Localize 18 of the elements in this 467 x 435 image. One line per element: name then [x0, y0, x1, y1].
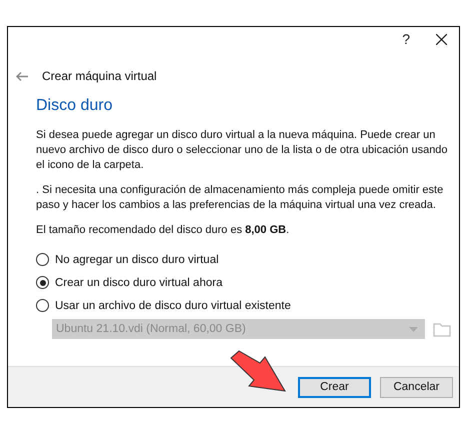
- option-label[interactable]: Usar un archivo de disco duro virtual existente: [55, 300, 291, 312]
- description-text: Si desea puede agregar un disco duro virtual a la nueva máquina. Puede crear un nuevo archivo de disco duro o seleccionar uno de la lista o de otra ubicación usando el icono de la carpeta.: [36, 128, 449, 173]
- wizard-title: Crear máquina virtual: [42, 69, 157, 83]
- radio-button[interactable]: [36, 253, 49, 266]
- radio-button[interactable]: [36, 299, 49, 312]
- page-heading: Disco duro: [36, 97, 114, 115]
- close-icon[interactable]: [436, 34, 447, 44]
- help-button[interactable]: ?: [402, 31, 410, 47]
- description-text: . Si necesita una configuración de almacenamiento más compleja puede omitir este paso y hacer los cambios a las preferencias de la máquina virtual una vez creada.: [36, 183, 444, 213]
- back-arrow-icon[interactable]: [16, 72, 28, 80]
- caret-icon: [409, 326, 418, 332]
- description-text: El tamaño recomendado del disco duro es 8,00 GB.: [36, 223, 290, 238]
- option-label[interactable]: Crear un disco duro virtual ahora: [55, 276, 222, 288]
- option-label[interactable]: No agregar un disco duro virtual: [55, 254, 219, 266]
- pointer-arrow-icon: [229, 349, 287, 392]
- dialog-button[interactable]: Crear: [298, 376, 371, 398]
- dialog-button[interactable]: Cancelar: [380, 376, 453, 398]
- radio-button[interactable]: [36, 276, 49, 289]
